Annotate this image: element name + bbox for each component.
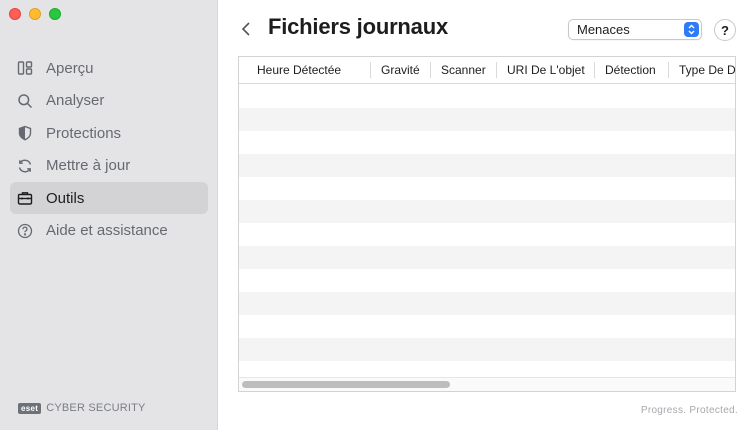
sidebar-item-label: Protections <box>46 124 122 142</box>
back-button[interactable] <box>238 18 254 40</box>
select-chevron-icon <box>684 22 699 37</box>
table-body <box>239 85 735 384</box>
brand-text: CYBER SECURITY <box>46 402 146 414</box>
log-type-select[interactable]: Menaces <box>568 19 702 40</box>
table-row <box>239 315 735 338</box>
column-header-scanner[interactable]: Scanner <box>431 62 497 78</box>
table-row <box>239 200 735 223</box>
sidebar-item-scan[interactable]: Analyser <box>10 85 208 117</box>
maximize-window-button[interactable] <box>49 8 61 20</box>
sidebar-item-label: Aide et assistance <box>46 222 168 239</box>
help-button[interactable]: ? <box>714 19 736 41</box>
tagline: Progress. Protected. <box>640 405 738 416</box>
table-row <box>239 292 735 315</box>
minimize-window-button[interactable] <box>29 8 41 20</box>
close-window-button[interactable] <box>9 8 21 20</box>
shield-icon <box>16 124 34 142</box>
brand: eset CYBER SECURITY <box>18 402 146 414</box>
column-header-severity[interactable]: Gravité <box>371 62 431 78</box>
table-row <box>239 177 735 200</box>
page-title: Fichiers journaux <box>268 14 448 39</box>
table-row <box>239 338 735 361</box>
table-row <box>239 246 735 269</box>
sidebar-item-overview[interactable]: Aperçu <box>10 52 208 84</box>
sidebar-item-label: Analyser <box>46 92 105 109</box>
eset-logo: eset <box>18 402 42 414</box>
column-header-time[interactable]: Heure Détectée <box>239 62 371 78</box>
chevron-left-icon <box>241 22 250 36</box>
sidebar-item-tools[interactable]: Outils <box>10 182 208 214</box>
table-header: Heure Détectée Gravité Scanner URI De L'… <box>239 57 735 84</box>
column-header-detection[interactable]: Détection <box>595 62 669 78</box>
help-circle-icon <box>16 222 34 240</box>
briefcase-icon <box>16 189 34 207</box>
table-row <box>239 85 735 108</box>
column-header-detection-type[interactable]: Type De Dé <box>669 62 735 78</box>
sidebar-item-label: Mettre à jour <box>46 157 131 174</box>
sidebar-item-label: Aperçu <box>46 59 94 77</box>
sidebar: Aperçu Analyser Protections Mettre à jou… <box>0 0 218 430</box>
column-header-object-uri[interactable]: URI De L'objet <box>497 62 595 78</box>
sidebar-nav: Aperçu Analyser Protections Mettre à jou… <box>10 52 208 247</box>
refresh-icon <box>16 157 34 175</box>
sidebar-item-protections[interactable]: Protections <box>10 117 208 149</box>
table-row <box>239 269 735 292</box>
horizontal-scrollbar[interactable] <box>239 377 735 391</box>
log-type-select-value: Menaces <box>577 22 630 37</box>
table-row <box>239 154 735 177</box>
sidebar-item-update[interactable]: Mettre à jour <box>10 150 208 182</box>
overview-icon <box>16 59 34 77</box>
window-controls <box>9 8 61 20</box>
log-table: Heure Détectée Gravité Scanner URI De L'… <box>238 56 736 392</box>
scrollbar-thumb[interactable] <box>242 381 450 388</box>
table-row <box>239 108 735 131</box>
sidebar-item-help[interactable]: Aide et assistance <box>10 215 208 247</box>
table-row <box>239 131 735 154</box>
table-row <box>239 223 735 246</box>
sidebar-item-label: Outils <box>46 189 85 207</box>
search-icon <box>16 92 34 110</box>
